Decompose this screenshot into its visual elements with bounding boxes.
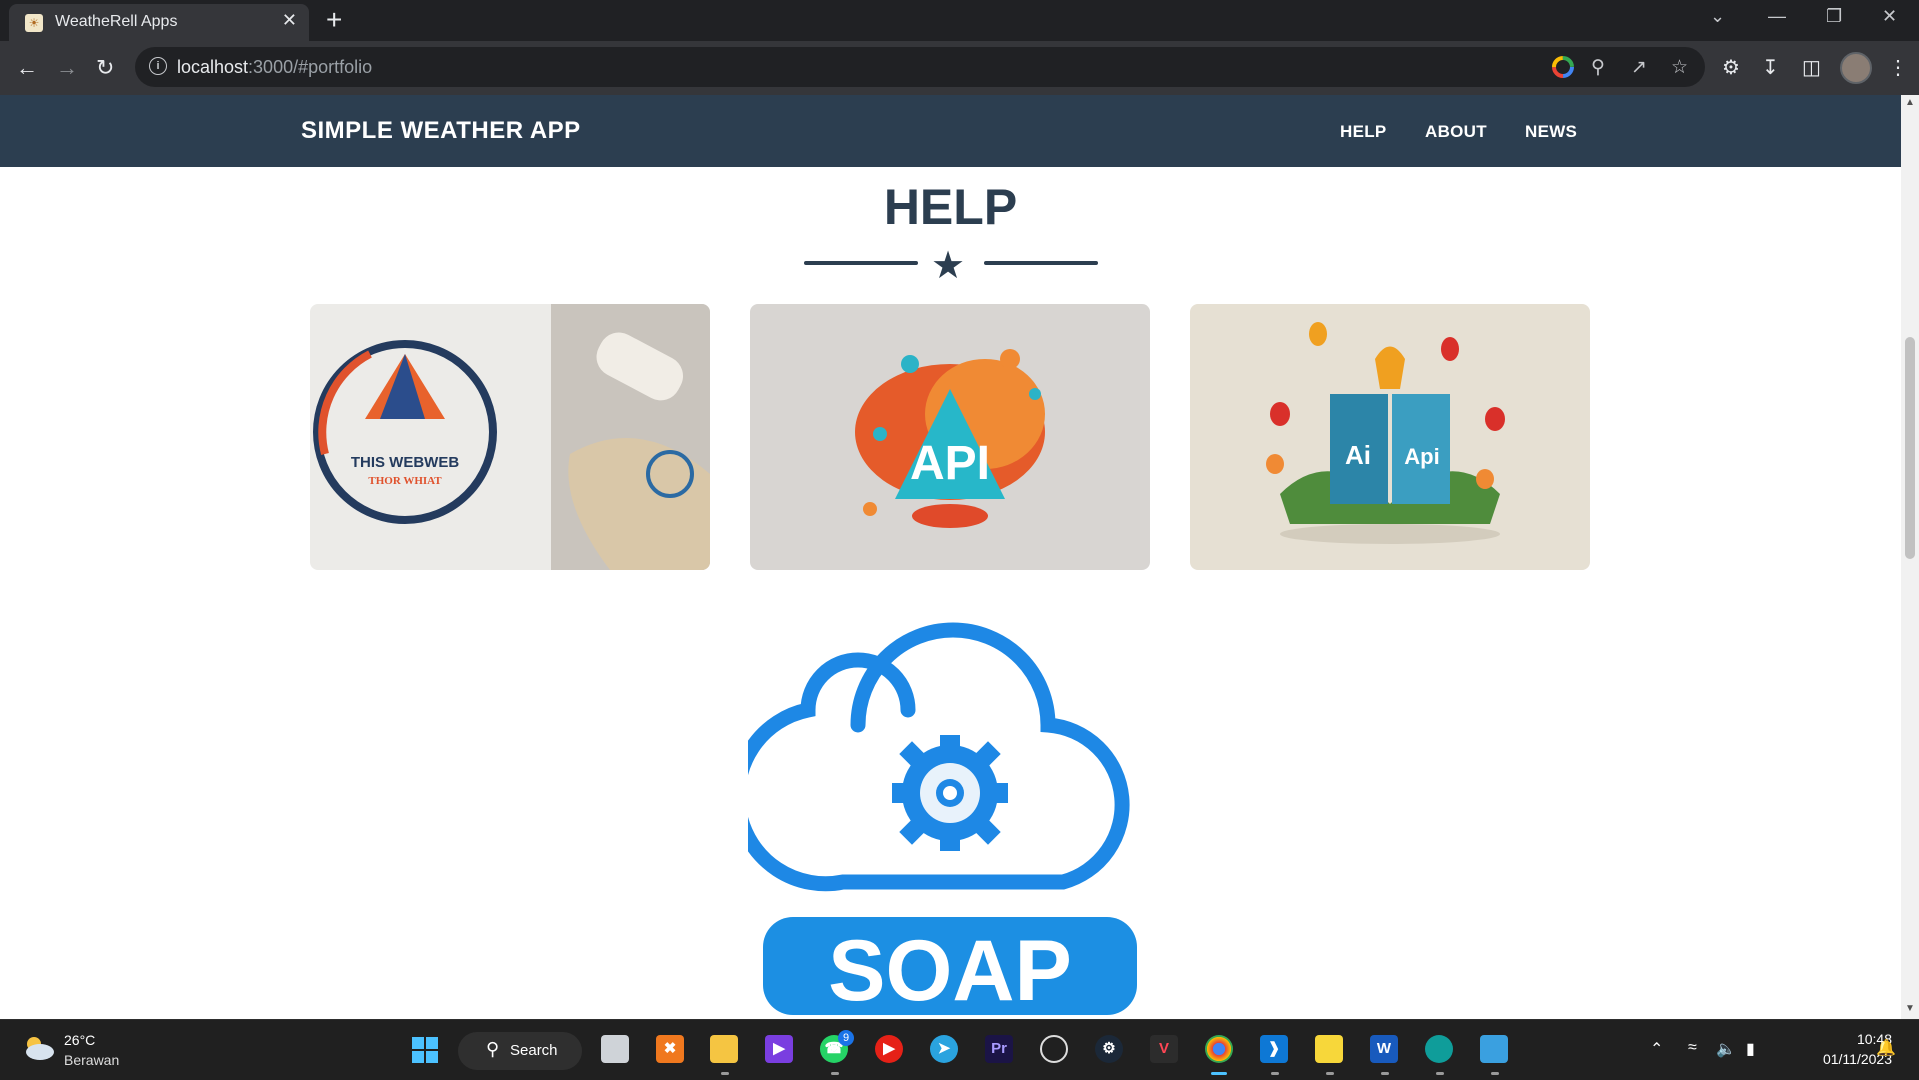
youtube-icon[interactable]: ▶: [875, 1035, 903, 1063]
clock-date[interactable]: 01/11/2023: [1770, 1051, 1892, 1067]
browser-toolbar: ← → ↻ i localhost:3000/#portfolio ⚲ ↗ ☆ …: [0, 41, 1919, 95]
soap-logo: SOAP: [730, 615, 1152, 1019]
scroll-up-arrow-icon[interactable]: ▲: [1905, 97, 1915, 108]
soap-text: SOAP: [828, 923, 1072, 1019]
app-running-indicator: [1381, 1072, 1389, 1075]
google-lens-icon[interactable]: [1552, 56, 1574, 84]
card3-book-left-text: Ai: [1345, 440, 1371, 470]
premiere-pro-icon[interactable]: Pr: [985, 1035, 1013, 1063]
wifi-icon[interactable]: ≈: [1688, 1039, 1697, 1057]
scroll-down-arrow-icon[interactable]: ▼: [1905, 1003, 1915, 1014]
weather-temperature[interactable]: 26°C: [64, 1032, 95, 1048]
whatsapp-badge: 9: [838, 1030, 854, 1046]
portfolio-card-3[interactable]: Ai Api: [1190, 304, 1590, 570]
app-running-indicator: [1491, 1072, 1499, 1075]
tab-title: WeatheRell Apps: [55, 13, 178, 30]
portfolio-card-2[interactable]: API: [750, 304, 1150, 570]
app-running-indicator: [1271, 1072, 1279, 1075]
xampp-icon[interactable]: ✖: [656, 1035, 684, 1063]
browser-tab[interactable]: ☀ WeatheRell Apps ✕: [9, 4, 309, 41]
gear-icon: [892, 735, 1008, 851]
new-tab-button[interactable]: +: [326, 4, 342, 36]
card1-logo-subtext: THOR WHIAT: [368, 475, 442, 487]
telegram-icon[interactable]: ➤: [930, 1035, 958, 1063]
word-icon[interactable]: W: [1370, 1035, 1398, 1063]
app-running-indicator: [721, 1072, 729, 1075]
notepad-icon[interactable]: [1480, 1035, 1508, 1063]
search-label: Search: [510, 1042, 558, 1059]
notification-bell-icon[interactable]: 🔔: [1876, 1038, 1896, 1058]
reload-icon[interactable]: ↻: [96, 55, 114, 81]
minimize-button[interactable]: —: [1768, 6, 1786, 27]
site-info-icon[interactable]: i: [149, 57, 167, 75]
site-brand[interactable]: SIMPLE WEATHER APP: [301, 117, 581, 145]
sticky-notes-icon[interactable]: [1315, 1035, 1343, 1063]
steam-icon[interactable]: ⚙: [1095, 1035, 1123, 1063]
menu-kebab-icon[interactable]: ⋮: [1888, 55, 1908, 80]
close-window-button[interactable]: ✕: [1882, 6, 1897, 27]
api-illustration-image: API: [750, 304, 1150, 570]
windows-start-icon[interactable]: [411, 1036, 439, 1064]
video-editor-icon[interactable]: ▶: [765, 1035, 793, 1063]
section-heading: HELP: [883, 179, 1018, 235]
star-icon: ★: [931, 245, 966, 287]
forward-icon[interactable]: →: [56, 55, 78, 81]
close-tab-icon[interactable]: ✕: [282, 10, 297, 31]
obs-icon[interactable]: [1040, 1035, 1068, 1063]
page-viewport: SIMPLE WEATHER APP HELP ABOUT NEWS HELP …: [0, 95, 1901, 1019]
search-icon: ⚲: [486, 1039, 500, 1059]
nav-link-about[interactable]: ABOUT: [1425, 122, 1487, 142]
edge-icon[interactable]: [1425, 1035, 1453, 1063]
taskbar-search[interactable]: ⚲ Search: [458, 1032, 582, 1070]
card1-logo-text: THIS WEBWEB: [351, 454, 459, 471]
browser-tab-strip: ☀ WeatheRell Apps ✕ + ⌄ — ❐ ✕: [0, 0, 1919, 41]
bookmark-star-icon[interactable]: ☆: [1671, 56, 1688, 79]
valorant-icon[interactable]: V: [1150, 1035, 1178, 1063]
logo-mockup-image: THIS WEBWEB THOR WHIAT: [310, 304, 710, 570]
task-view-icon[interactable]: [601, 1035, 629, 1063]
share-icon[interactable]: ↗: [1631, 56, 1647, 79]
vscode-icon[interactable]: ❱: [1260, 1035, 1288, 1063]
divider-line-left: [804, 261, 918, 265]
weather-condition[interactable]: Berawan: [64, 1052, 119, 1068]
app-running-indicator: [831, 1072, 839, 1075]
card2-logo-text: API: [910, 437, 990, 490]
portfolio-card-1[interactable]: THIS WEBWEB THOR WHIAT: [310, 304, 710, 570]
battery-icon[interactable]: ▮: [1746, 1039, 1755, 1059]
ai-api-book-image: Ai Api: [1190, 304, 1590, 570]
download-icon[interactable]: ↧: [1762, 55, 1779, 80]
url-text: localhost:3000/#portfolio: [177, 57, 373, 77]
back-icon[interactable]: ←: [16, 55, 38, 81]
zoom-icon[interactable]: ⚲: [1591, 56, 1605, 79]
favicon-icon: ☀: [25, 14, 43, 32]
restore-button[interactable]: ❐: [1826, 6, 1842, 27]
address-bar[interactable]: i localhost:3000/#portfolio ⚲ ↗ ☆: [135, 47, 1705, 87]
divider-line-right: [984, 261, 1098, 265]
nav-link-help[interactable]: HELP: [1340, 122, 1387, 142]
nav-link-news[interactable]: NEWS: [1525, 122, 1577, 142]
chrome-icon[interactable]: [1205, 1035, 1233, 1063]
file-explorer-icon[interactable]: [710, 1035, 738, 1063]
page-scrollbar[interactable]: ▲ ▼: [1901, 95, 1919, 1019]
tray-chevron-icon[interactable]: ⌃: [1650, 1039, 1663, 1059]
card3-book-right-text: Api: [1404, 444, 1439, 469]
scrollbar-thumb[interactable]: [1905, 337, 1915, 559]
weather-cloud-icon[interactable]: [20, 1034, 56, 1067]
app-running-indicator: [1436, 1072, 1444, 1075]
volume-icon[interactable]: 🔈: [1716, 1039, 1736, 1059]
extensions-icon[interactable]: ⚙: [1722, 55, 1740, 80]
app-running-indicator: [1326, 1072, 1334, 1075]
side-panel-icon[interactable]: ◫: [1802, 55, 1821, 80]
profile-avatar[interactable]: [1840, 52, 1872, 84]
windows-taskbar: 26°C Berawan ⚲ Search ✖ ▶ ☎ 9 ▶ ➤ Pr ⚙ V…: [0, 1019, 1919, 1080]
tab-search-icon[interactable]: ⌄: [1710, 6, 1725, 27]
app-active-indicator: [1211, 1072, 1227, 1075]
site-navbar: SIMPLE WEATHER APP HELP ABOUT NEWS: [0, 95, 1901, 167]
